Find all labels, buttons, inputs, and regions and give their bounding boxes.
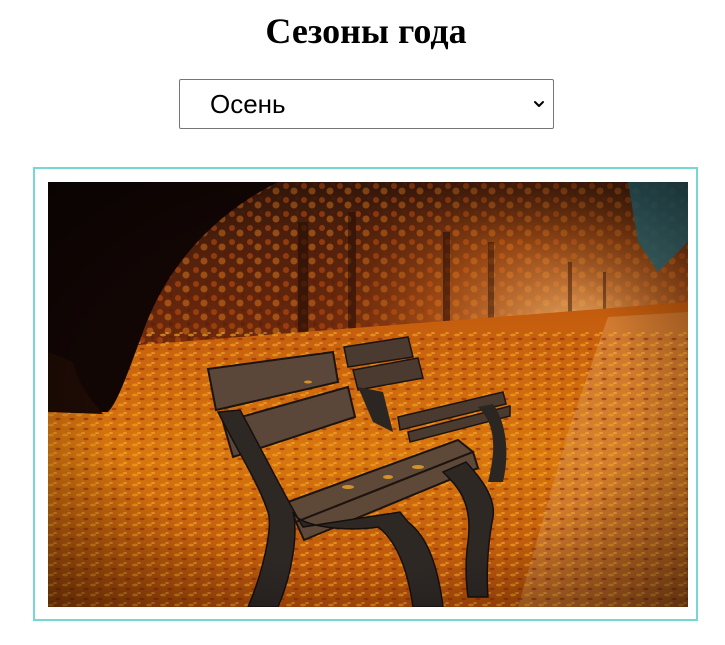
page-title: Сезоны года [265, 11, 467, 51]
season-select-value: Осень [210, 89, 286, 119]
season-select[interactable]: Осень [179, 79, 554, 129]
image-frame [33, 167, 698, 621]
chevron-down-icon [534, 101, 544, 107]
autumn-park-image [48, 182, 688, 607]
